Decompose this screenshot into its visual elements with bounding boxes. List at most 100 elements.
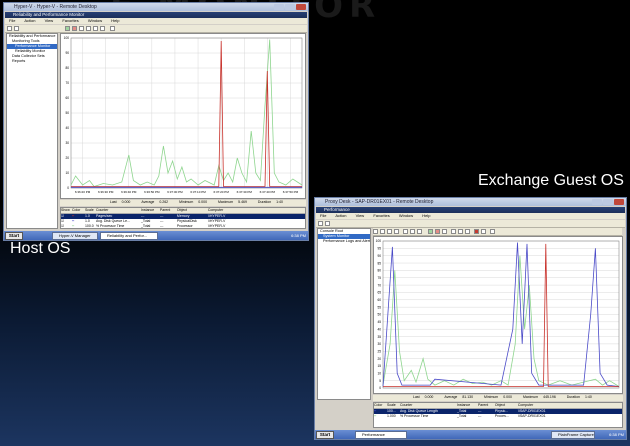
col-show[interactable]: Show: [61, 208, 71, 213]
delete-counter-button[interactable]: [72, 26, 77, 31]
color-swatch: ━: [374, 414, 377, 418]
taskbar-item-performance[interactable]: Performance: [355, 431, 407, 439]
close-button[interactable]: [614, 199, 624, 205]
view-current-activity-icon[interactable]: [387, 229, 392, 234]
stat-label: Minimum: [484, 395, 499, 399]
stat-label: Minimum: [179, 200, 194, 204]
copy-button[interactable]: [86, 26, 91, 31]
col-color[interactable]: Color: [72, 208, 84, 213]
stat-label: Duration: [566, 395, 580, 399]
maximize-button[interactable]: [603, 199, 613, 205]
help-icon[interactable]: [490, 229, 495, 234]
start-button[interactable]: Start: [316, 431, 334, 439]
minimize-button[interactable]: [274, 4, 284, 10]
color-swatch: ━: [71, 224, 75, 228]
col-counter[interactable]: Counter: [96, 208, 140, 213]
y-tick-label: 40: [377, 327, 381, 331]
highlight-button[interactable]: [79, 26, 84, 31]
forward-button[interactable]: [14, 26, 19, 31]
host-stats-bar: Last 0.000 Average 0.262 Minimum 0.000 M…: [60, 200, 306, 206]
col-computer[interactable]: Computer: [518, 403, 558, 408]
paste-counter-list-icon[interactable]: [458, 229, 463, 234]
col-computer[interactable]: Computer: [208, 208, 238, 213]
menu-favorites[interactable]: Favorites: [62, 18, 78, 23]
col-counter[interactable]: Counter: [400, 403, 456, 408]
tree-item[interactable]: Reports: [7, 59, 57, 64]
col-instance[interactable]: Instance: [457, 403, 477, 408]
col-parent[interactable]: Parent: [160, 208, 176, 213]
y-tick-label: 30: [377, 342, 381, 346]
freeze-button[interactable]: [110, 26, 115, 31]
minimize-button[interactable]: [592, 199, 602, 205]
col-object[interactable]: Object: [177, 208, 207, 213]
back-button[interactable]: [318, 221, 323, 226]
tree-item[interactable]: Performance Logs and Alerts: [318, 239, 370, 244]
highlight-icon[interactable]: [442, 229, 447, 234]
menu-view[interactable]: View: [45, 18, 54, 23]
menu-window[interactable]: Window: [88, 18, 102, 23]
taskbar-item-hyperv-manager[interactable]: Hyper-V Manager: [52, 232, 98, 240]
x-tick-label: 6:37:40 PM: [260, 190, 276, 194]
start-button[interactable]: Start: [5, 232, 23, 240]
y-tick-label: 75: [377, 276, 381, 280]
stat-last: 0.000: [424, 395, 434, 399]
y-tick-label: 45: [377, 320, 381, 324]
guest-toolbar: [316, 220, 625, 228]
guest-menu-bar: File Action View Favorites Window Help: [316, 213, 625, 219]
delete-icon[interactable]: [435, 229, 440, 234]
guest-graph-svg: 1009590858075706560555045403530252015105…: [376, 239, 620, 390]
col-color[interactable]: Color: [374, 403, 386, 408]
taskbar-item-plainframe-capture[interactable]: PlainFrame Capture: [551, 431, 595, 439]
col-instance[interactable]: Instance: [141, 208, 159, 213]
back-button[interactable]: [7, 26, 12, 31]
properties-icon[interactable]: [465, 229, 470, 234]
menu-help[interactable]: Help: [111, 18, 119, 23]
add-icon[interactable]: [428, 229, 433, 234]
cell: 1.000: [386, 414, 396, 418]
forward-button[interactable]: [325, 221, 330, 226]
cell: ---: [477, 414, 482, 418]
menu-action[interactable]: Action: [335, 213, 346, 218]
zoom-button[interactable]: [100, 26, 105, 31]
menu-action[interactable]: Action: [24, 18, 35, 23]
cell: Proces...: [494, 414, 509, 418]
add-counter-button[interactable]: [65, 26, 70, 31]
col-object[interactable]: Object: [495, 403, 517, 408]
y-tick-label: 50: [377, 313, 381, 317]
cell: _Total: [456, 414, 467, 418]
new-counter-set-icon[interactable]: [373, 229, 378, 234]
view-graph-icon[interactable]: [403, 229, 408, 234]
legend-row[interactable]: ━ 1.000 % Processor Time _Total --- Proc…: [374, 414, 622, 419]
taskbar-item-reliability[interactable]: Reliability and Perfor...: [100, 232, 158, 240]
clear-display-icon[interactable]: [380, 229, 385, 234]
menu-window[interactable]: Window: [399, 213, 413, 218]
y-tick-label: 0: [379, 386, 381, 390]
legend-row[interactable]: ☑ ━ 100.0 % Processor Time _Total --- Pr…: [61, 224, 305, 228]
y-tick-label: 95: [377, 247, 381, 251]
guest-taskbar: Start Performance PlainFrame Capture 6:3…: [315, 430, 626, 439]
menu-favorites[interactable]: Favorites: [373, 213, 389, 218]
maximize-button[interactable]: [285, 4, 295, 10]
stat-duration: 1:40: [276, 200, 283, 204]
update-data-icon[interactable]: [481, 229, 486, 234]
guest-stats-bar: Last 0.000 Average 81.130 Minimum 0.000 …: [373, 395, 623, 401]
copy-properties-icon[interactable]: [451, 229, 456, 234]
col-parent[interactable]: Parent: [478, 403, 494, 408]
checkbox[interactable]: ☑: [61, 224, 71, 228]
menu-help[interactable]: Help: [422, 213, 430, 218]
caption-host-os: Host OS: [10, 240, 71, 257]
col-scale[interactable]: Scale: [387, 403, 399, 408]
freeze-display-icon[interactable]: [474, 229, 479, 234]
col-scale[interactable]: Scale: [85, 208, 95, 213]
close-button[interactable]: [296, 4, 306, 10]
view-histogram-icon[interactable]: [410, 229, 415, 234]
menu-file[interactable]: File: [320, 213, 326, 218]
cell: 100.0: [84, 224, 94, 228]
view-log-data-icon[interactable]: [394, 229, 399, 234]
properties-button[interactable]: [93, 26, 98, 31]
view-report-icon[interactable]: [417, 229, 422, 234]
stat-label: Duration: [257, 200, 272, 204]
stat-last: 0.000: [121, 200, 131, 204]
menu-file[interactable]: File: [9, 18, 15, 23]
menu-view[interactable]: View: [356, 213, 365, 218]
